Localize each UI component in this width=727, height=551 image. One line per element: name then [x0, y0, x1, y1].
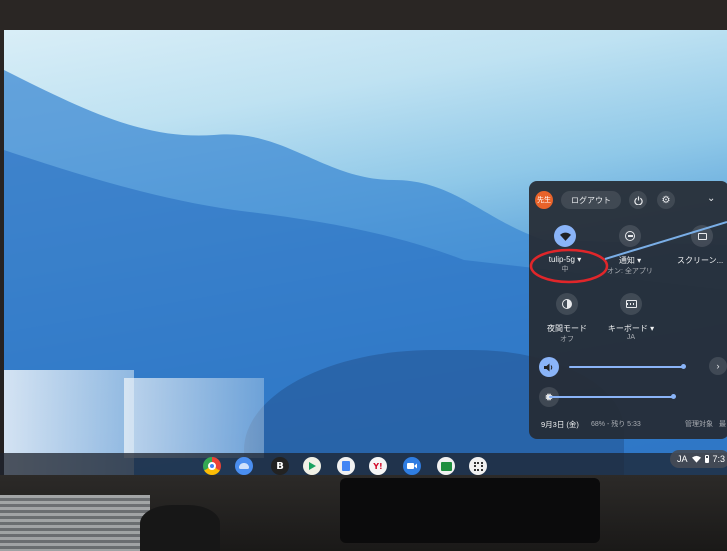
screen-capture-toggle[interactable]	[691, 225, 713, 247]
phone	[340, 478, 600, 543]
wifi-tile[interactable]: tulip-5g ▾ 中	[543, 225, 587, 274]
docs-icon[interactable]	[337, 457, 355, 475]
battery-status[interactable]: 68% - 残り 5:33	[591, 419, 641, 429]
wifi-toggle[interactable]	[554, 225, 576, 247]
status-area[interactable]: JA 7:3	[670, 450, 727, 468]
volume-button[interactable]	[539, 357, 559, 377]
screen-capture-icon	[697, 232, 707, 240]
volume-slider[interactable]	[569, 364, 699, 370]
wifi-strength: 中	[561, 266, 569, 273]
window-glare	[124, 378, 264, 458]
photo-background: B Y! JA 7:3 先生 ログアウト ⚙ ⌄ tulip-5g ▾ 中 通知…	[0, 0, 727, 551]
screen-capture-tile[interactable]: スクリーン...	[675, 225, 727, 266]
night-mode-status: オフ	[560, 336, 574, 343]
battery-icon	[704, 455, 709, 463]
window-blinds	[0, 495, 150, 551]
wifi-icon	[691, 455, 701, 463]
notifications-tile[interactable]: 通知 ▾ オン: 全アプリ	[607, 225, 653, 276]
meet-icon[interactable]	[403, 457, 421, 475]
wifi-caret: ▾	[577, 255, 582, 264]
hand	[140, 505, 220, 551]
yahoo-icon[interactable]: Y!	[369, 457, 387, 475]
quick-settings-panel: 先生 ログアウト ⚙ ⌄ tulip-5g ▾ 中 通知 ▾ オン: 全アプリ …	[529, 181, 727, 439]
notifications-label: 通知	[618, 256, 635, 265]
chrome-icon[interactable]	[203, 457, 221, 475]
notifications-status: オン: 全アプリ	[607, 268, 653, 275]
b-app-icon[interactable]: B	[271, 457, 289, 475]
keyboard-icon	[625, 300, 637, 308]
screen-capture-label: スクリーン...	[677, 256, 724, 265]
volume-icon	[544, 363, 553, 371]
audio-settings-chevron-icon[interactable]: ›	[709, 357, 727, 375]
b-app-letter: B	[276, 460, 284, 472]
gear-icon: ⚙	[661, 194, 671, 206]
managed-label[interactable]: 管理対象	[685, 419, 713, 429]
notifications-toggle[interactable]	[619, 225, 641, 247]
avatar-label: 先生	[537, 197, 551, 204]
clock: 7:3	[712, 454, 726, 464]
do-not-disturb-icon	[625, 231, 635, 241]
night-mode-toggle[interactable]	[556, 293, 578, 315]
logout-button[interactable]: ログアウト	[561, 191, 621, 209]
logout-label: ログアウト	[571, 195, 611, 205]
brightness-slider[interactable]	[549, 394, 709, 400]
keyboard-caret: ▾	[650, 324, 655, 333]
night-mode-icon	[562, 299, 572, 309]
keyboard-tile[interactable]: キーボード ▾ JA	[607, 293, 655, 341]
notifications-caret: ▾	[637, 256, 642, 265]
classroom-icon[interactable]	[437, 457, 455, 475]
collapse-chevron-icon[interactable]: ⌄	[707, 193, 715, 204]
play-icon[interactable]	[303, 457, 321, 475]
night-mode-tile[interactable]: 夜間モード オフ	[543, 293, 591, 344]
files-icon[interactable]	[235, 457, 253, 475]
avatar[interactable]: 先生	[535, 191, 553, 209]
yahoo-letter: Y!	[373, 461, 383, 471]
settings-button[interactable]: ⚙	[657, 191, 675, 209]
wifi-icon	[559, 232, 571, 241]
night-mode-label: 夜間モード	[547, 324, 587, 333]
keyboard-label: キーボード	[607, 324, 648, 333]
power-icon	[633, 195, 643, 205]
date-label[interactable]: 9月3日 (金)	[541, 419, 579, 430]
qr-icon[interactable]	[469, 457, 487, 475]
keyboard-toggle[interactable]	[620, 293, 642, 315]
power-button[interactable]	[629, 191, 647, 209]
managed-label-overflow: 最	[719, 421, 726, 428]
wifi-network-name: tulip-5g	[548, 255, 575, 264]
keyboard-status: JA	[626, 334, 636, 341]
shelf	[0, 453, 727, 475]
ime-indicator: JA	[677, 454, 688, 464]
